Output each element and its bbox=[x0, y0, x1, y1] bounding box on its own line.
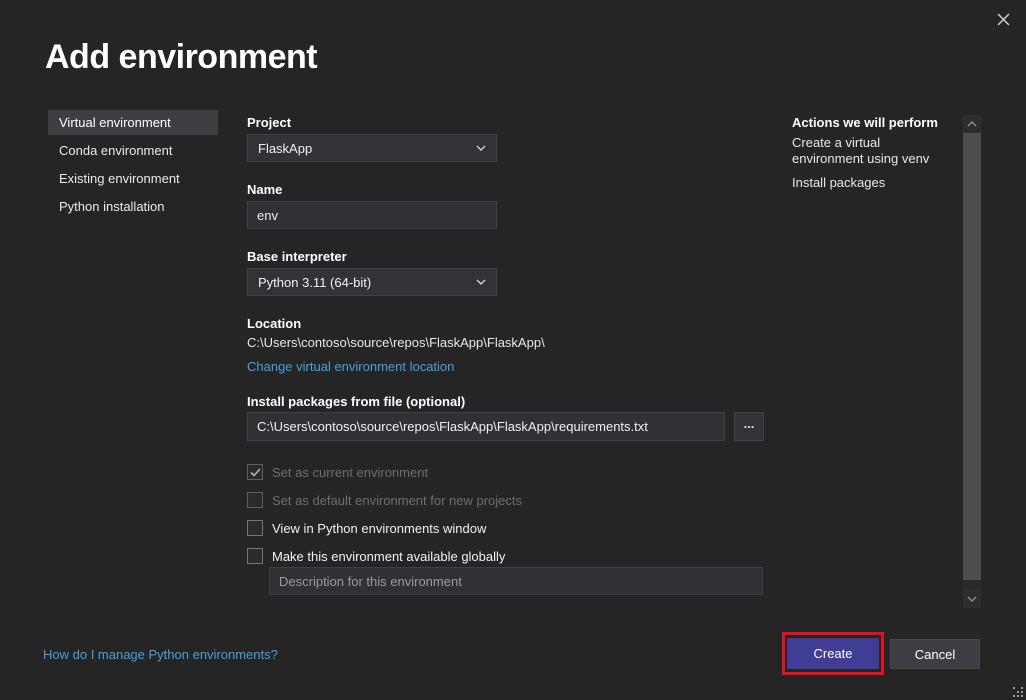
chevron-down-icon bbox=[476, 145, 486, 151]
manage-environments-help-link[interactable]: How do I manage Python environments? bbox=[43, 647, 278, 662]
project-dropdown-value: FlaskApp bbox=[258, 141, 312, 156]
project-dropdown[interactable]: FlaskApp bbox=[247, 134, 497, 162]
change-location-link[interactable]: Change virtual environment location bbox=[247, 359, 454, 374]
resize-grip[interactable] bbox=[1012, 686, 1025, 699]
base-interpreter-label: Base interpreter bbox=[247, 249, 347, 264]
scrollbar-thumb[interactable] bbox=[963, 133, 981, 580]
checkbox-label: Set as current environment bbox=[272, 465, 428, 480]
browse-button[interactable]: ... bbox=[734, 412, 764, 441]
action-item: Install packages bbox=[792, 175, 950, 191]
scrollbar[interactable] bbox=[963, 115, 981, 608]
actions-panel-title: Actions we will perform bbox=[792, 115, 950, 131]
name-input[interactable] bbox=[247, 201, 497, 229]
location-path: C:\Users\contoso\source\repos\FlaskApp\F… bbox=[247, 335, 545, 350]
checkbox-unchecked-icon bbox=[247, 492, 263, 508]
checkbox-unchecked-icon[interactable] bbox=[247, 548, 263, 564]
sidebar-item-existing-environment[interactable]: Existing environment bbox=[48, 166, 218, 191]
page-title: Add environment bbox=[45, 38, 317, 77]
scroll-up-icon[interactable] bbox=[963, 115, 981, 133]
create-button[interactable]: Create bbox=[787, 638, 879, 669]
checkbox-row: Set as current environment bbox=[247, 463, 428, 481]
close-icon[interactable] bbox=[992, 8, 1014, 30]
base-interpreter-dropdown-value: Python 3.11 (64-bit) bbox=[258, 275, 371, 290]
environment-type-list: Virtual environment Conda environment Ex… bbox=[48, 110, 218, 222]
chevron-down-icon bbox=[476, 279, 486, 285]
checkbox-unchecked-icon[interactable] bbox=[247, 520, 263, 536]
sidebar-item-conda-environment[interactable]: Conda environment bbox=[48, 138, 218, 163]
description-input[interactable] bbox=[269, 567, 763, 595]
project-label: Project bbox=[247, 115, 291, 130]
install-packages-label: Install packages from file (optional) bbox=[247, 394, 465, 409]
requirements-file-input[interactable] bbox=[247, 412, 725, 441]
checkbox-label: Set as default environment for new proje… bbox=[272, 493, 522, 508]
create-button-highlight: Create bbox=[782, 632, 884, 675]
checkbox-row: Set as default environment for new proje… bbox=[247, 491, 522, 509]
checkbox-checked-icon bbox=[247, 464, 263, 480]
cancel-button[interactable]: Cancel bbox=[890, 639, 980, 669]
checkbox-row[interactable]: View in Python environments window bbox=[247, 519, 486, 537]
sidebar-item-python-installation[interactable]: Python installation bbox=[48, 194, 218, 219]
checkbox-label: Make this environment available globally bbox=[272, 549, 505, 564]
action-item: Create a virtual environment using venv bbox=[792, 135, 950, 167]
name-label: Name bbox=[247, 182, 282, 197]
location-label: Location bbox=[247, 316, 301, 331]
checkbox-row[interactable]: Make this environment available globally bbox=[247, 547, 505, 565]
base-interpreter-dropdown[interactable]: Python 3.11 (64-bit) bbox=[247, 268, 497, 296]
sidebar-item-virtual-environment[interactable]: Virtual environment bbox=[48, 110, 218, 135]
add-environment-dialog: Add environment Virtual environment Cond… bbox=[0, 0, 1026, 700]
scroll-down-icon[interactable] bbox=[963, 590, 981, 608]
checkbox-label: View in Python environments window bbox=[272, 521, 486, 536]
actions-panel: Actions we will perform Create a virtual… bbox=[792, 115, 950, 199]
